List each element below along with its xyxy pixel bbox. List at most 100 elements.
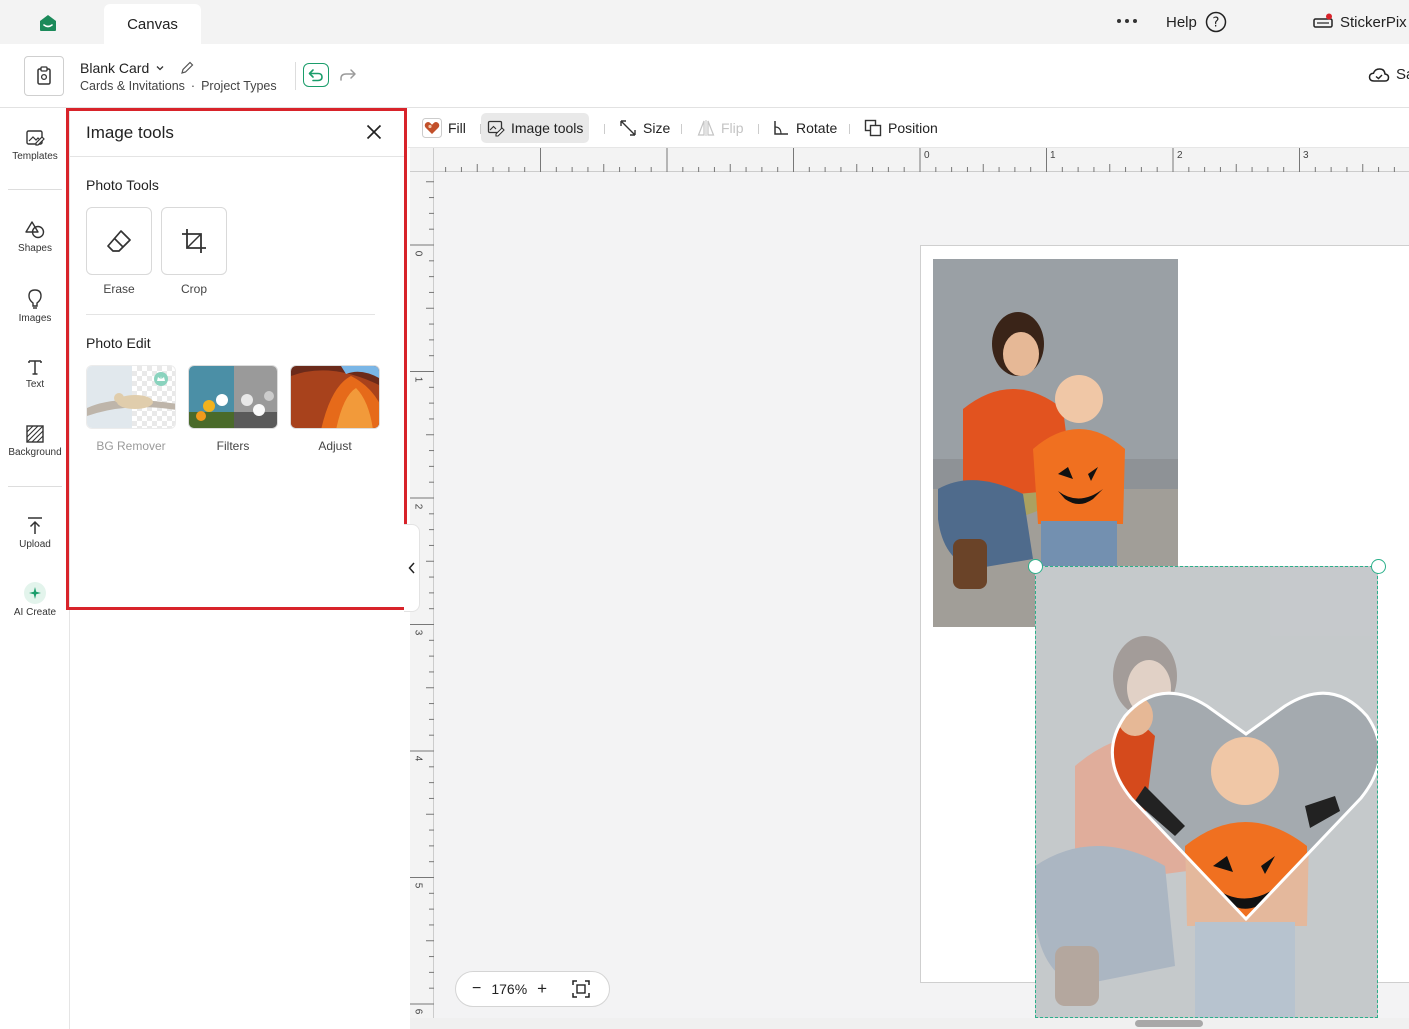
size-label: Size (643, 120, 671, 136)
rail-item-ai-create[interactable]: AI Create (0, 582, 70, 618)
rail-label-text: Text (25, 379, 45, 390)
rail-label-upload: Upload (19, 539, 51, 550)
position-layers-icon (864, 119, 882, 137)
toolbar-divider (758, 124, 759, 134)
rail-item-shapes[interactable]: Shapes (0, 220, 70, 254)
save-button[interactable]: Sa (1368, 66, 1409, 83)
crop-icon (182, 229, 206, 253)
project-title: Blank Card (80, 60, 150, 76)
crop-button[interactable] (161, 207, 227, 275)
project-thumbnail-button[interactable] (24, 56, 64, 96)
machine-icon (1313, 13, 1333, 28)
image-tools-icon (487, 120, 505, 137)
filters-image (189, 366, 277, 428)
rail-item-templates[interactable]: Templates (0, 128, 70, 162)
breadcrumb-separator: · (190, 79, 196, 93)
position-button[interactable]: Position (858, 113, 944, 143)
erase-label: Erase (103, 282, 135, 296)
resize-arrows-icon (620, 120, 636, 136)
more-options-button[interactable] (1112, 10, 1142, 32)
project-bar: Blank Card Cards & Invitations · Project… (0, 44, 1409, 108)
adjust-thumbnail[interactable] (290, 365, 380, 429)
fill-button[interactable]: Fill (416, 113, 472, 143)
ruler-top-label: 1 (1050, 150, 1056, 161)
help-button[interactable]: Help ? (1166, 9, 1227, 35)
horizontal-scrollbar[interactable] (410, 1018, 1409, 1029)
zoom-out-button[interactable]: − (472, 980, 481, 998)
help-circle-icon: ? (1205, 11, 1227, 33)
chevron-left-icon (407, 562, 415, 574)
toolbar-divider (604, 124, 605, 134)
flip-label: Flip (721, 120, 744, 136)
flip-button[interactable]: Flip (691, 113, 750, 143)
image-tools-button[interactable]: Image tools (481, 113, 590, 143)
pencil-edit-icon[interactable] (179, 60, 195, 76)
crop-label: Crop (180, 282, 207, 296)
more-dots-icon (1117, 19, 1137, 23)
toolbar-divider (849, 124, 850, 134)
zoom-level: 176% (491, 981, 528, 997)
tab-canvas[interactable]: Canvas (104, 4, 201, 44)
fill-label: Fill (448, 120, 466, 136)
rail-item-upload[interactable]: Upload (0, 516, 70, 550)
selection-box[interactable] (1035, 566, 1378, 1018)
eraser-icon (107, 230, 131, 252)
rotate-button[interactable]: Rotate (766, 113, 843, 143)
undo-button[interactable] (303, 63, 329, 87)
project-title-dropdown[interactable]: Blank Card (80, 60, 195, 76)
panel-collapse-button[interactable] (404, 524, 420, 612)
breadcrumb-project-types[interactable]: Project Types (201, 79, 277, 93)
panel-close-button[interactable] (362, 120, 386, 144)
redo-icon (340, 69, 356, 81)
shapes-icon (25, 221, 45, 239)
fill-heart-swatch-icon (422, 118, 442, 138)
top-bar: Canvas Help ? StickerPix I (0, 0, 1409, 44)
resize-handle[interactable] (1028, 559, 1043, 574)
ruler-left-label: 3 (412, 629, 424, 636)
adjust-image (291, 366, 379, 428)
photo-tools-heading: Photo Tools (86, 177, 159, 193)
rotate-angle-icon (774, 121, 788, 135)
bg-remover-label: BG Remover (96, 439, 166, 453)
rotate-handle[interactable] (1371, 559, 1386, 574)
bg-remover-thumbnail[interactable] (86, 365, 176, 429)
profile-label: StickerPix I (1340, 13, 1409, 31)
ruler-left-label: 1 (412, 376, 424, 383)
images-icon (28, 289, 42, 309)
rail-item-background[interactable]: Background (0, 424, 70, 458)
panel-title: Image tools (86, 123, 174, 142)
breadcrumb: Cards & Invitations · Project Types (80, 79, 277, 93)
undo-icon (308, 69, 323, 82)
machine-profile-button[interactable]: StickerPix I (1312, 9, 1409, 35)
background-icon (26, 425, 44, 443)
rail-item-images[interactable]: Images (0, 288, 70, 324)
home-logo-button[interactable] (30, 10, 66, 36)
breadcrumb-cards-invitations[interactable]: Cards & Invitations (80, 79, 185, 93)
filters-label: Filters (216, 439, 250, 453)
ruler-left-label: 2 (412, 503, 424, 510)
rail-item-text[interactable]: Text (0, 358, 70, 390)
ruler-top-label: 2 (1177, 150, 1183, 161)
card-icon (37, 66, 51, 85)
canvas-toolbar: Fill Image tools Size Flip Rotate Positi… (408, 108, 1409, 148)
fit-screen-icon (572, 980, 590, 998)
upload-icon (28, 517, 42, 534)
cloud-icon (1368, 67, 1390, 82)
rail-divider (8, 189, 62, 190)
redo-button[interactable] (337, 63, 359, 87)
scrollbar-thumb[interactable] (1135, 1020, 1203, 1027)
save-label: Sa (1396, 66, 1409, 83)
home-icon (40, 15, 56, 31)
rotate-label: Rotate (796, 120, 838, 136)
erase-button[interactable] (86, 207, 152, 275)
rail-label-images: Images (18, 313, 52, 324)
ruler-left-label: 5 (412, 882, 424, 889)
filters-thumbnail[interactable] (188, 365, 278, 429)
svg-text:?: ? (1212, 16, 1219, 31)
zoom-in-button[interactable]: + (537, 979, 547, 999)
chevron-down-icon (156, 66, 164, 71)
panel-divider (70, 156, 404, 157)
ruler-left-label: 6 (412, 1008, 424, 1015)
fit-to-screen-button[interactable] (571, 979, 591, 999)
size-button[interactable]: Size (613, 113, 676, 143)
